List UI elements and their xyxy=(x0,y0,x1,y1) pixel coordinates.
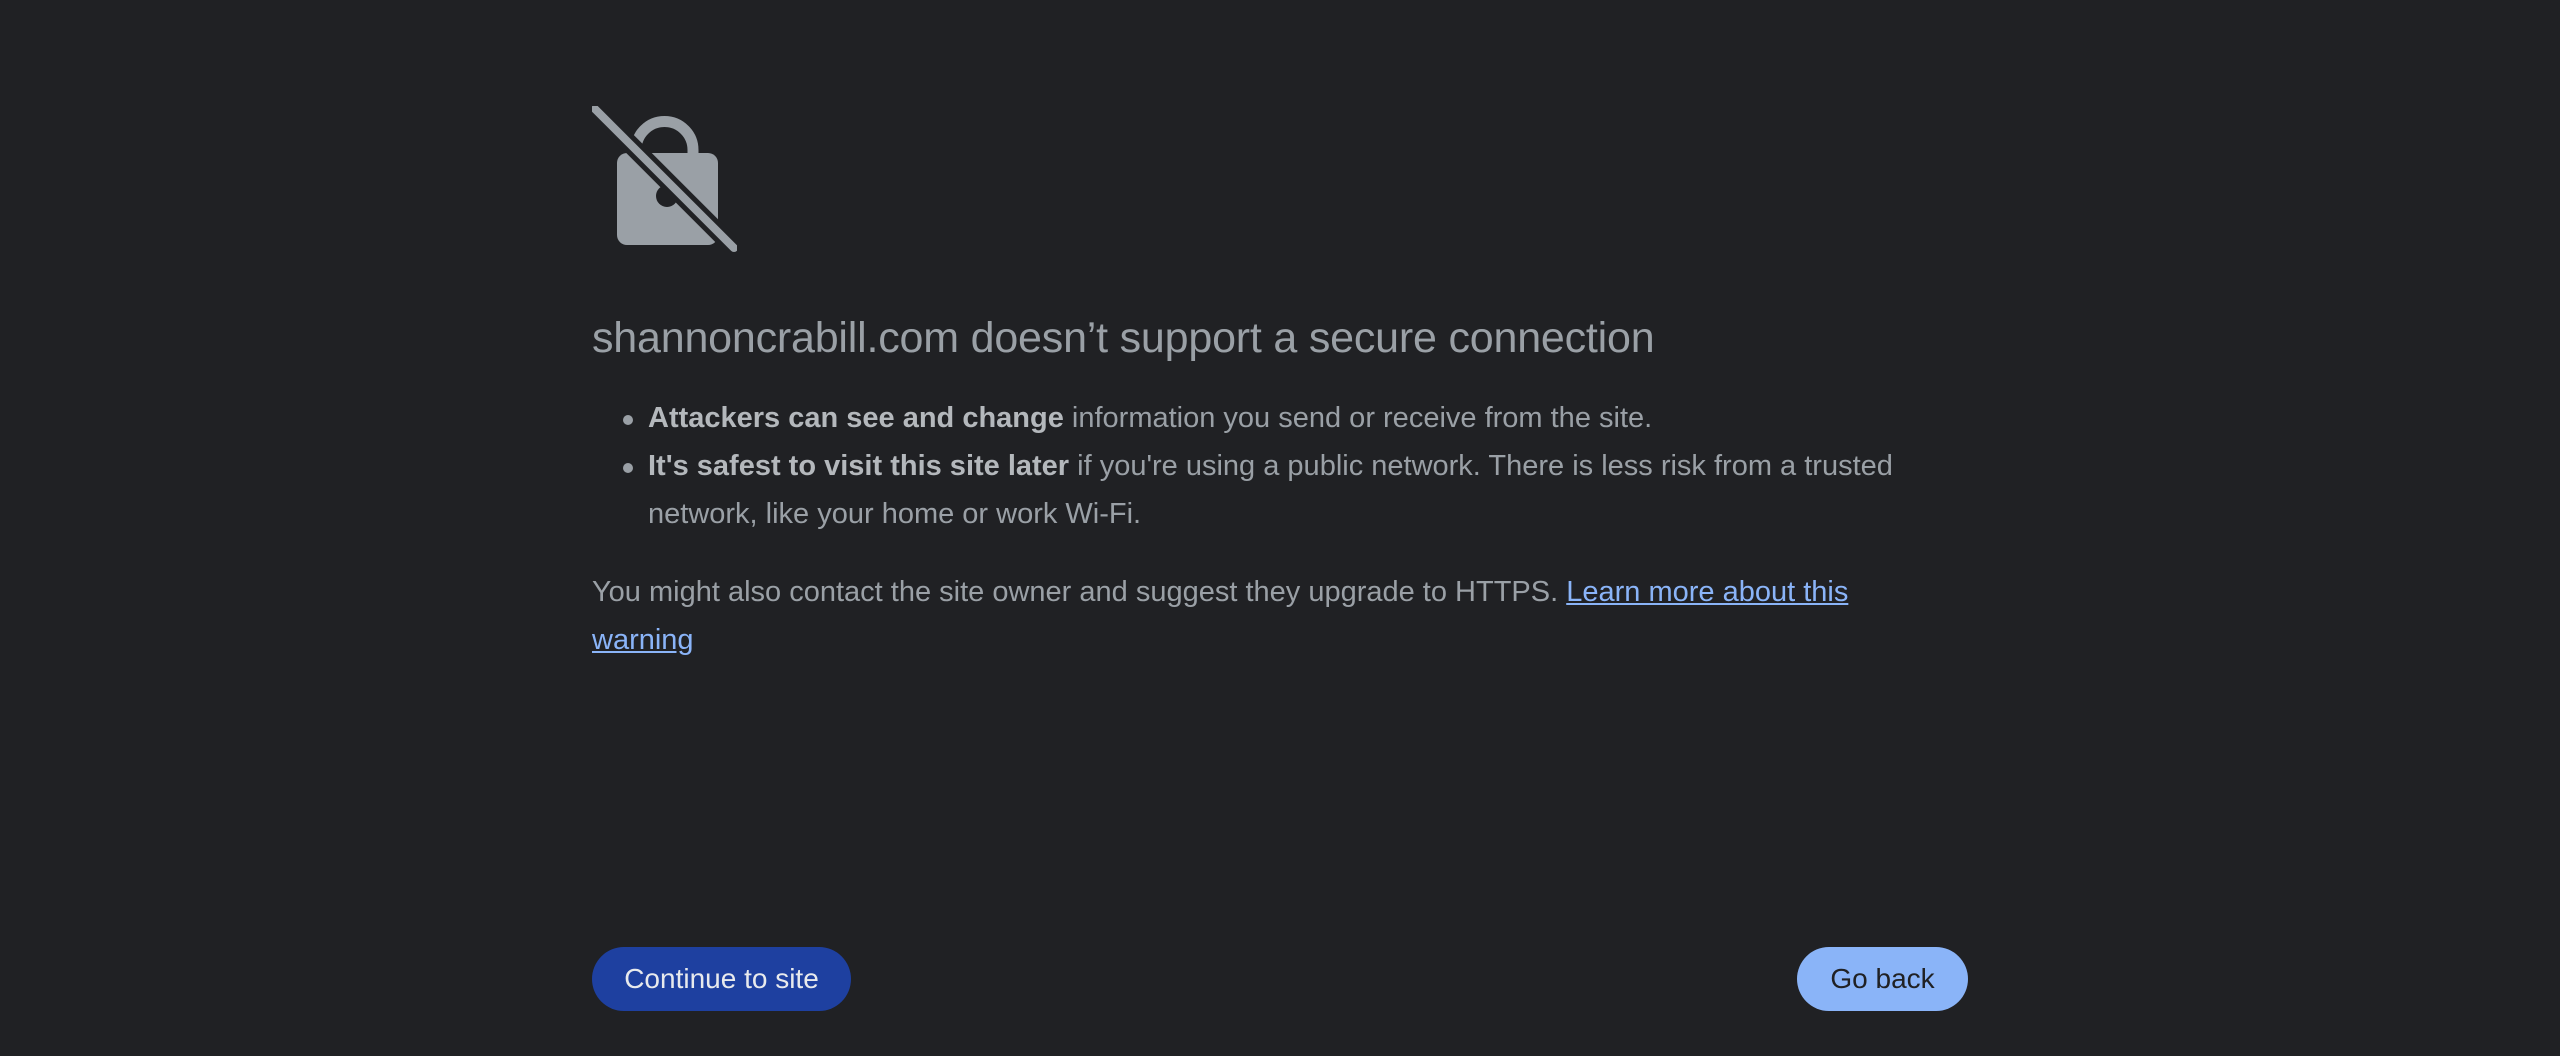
page-title: shannoncrabill.com doesn’t support a sec… xyxy=(592,314,1655,362)
list-item: It's safest to visit this site later if … xyxy=(623,442,1972,538)
list-item-bold: It's safest to visit this site later xyxy=(648,450,1070,482)
info-paragraph: You might also contact the site owner an… xyxy=(592,568,1942,664)
interstitial-page: shannoncrabill.com doesn’t support a sec… xyxy=(0,0,2560,1056)
continue-to-site-button[interactable]: Continue to site xyxy=(592,947,851,1011)
list-item-bold: Attackers can see and change xyxy=(648,402,1064,434)
lock-slash-icon xyxy=(592,106,737,252)
warning-list: Attackers can see and change information… xyxy=(592,394,1972,538)
main-content: shannoncrabill.com doesn’t support a sec… xyxy=(592,106,1972,664)
go-back-button[interactable]: Go back xyxy=(1797,947,1968,1011)
list-item-text: information you send or receive from the… xyxy=(1063,402,1653,434)
info-text: You might also contact the site owner an… xyxy=(592,576,1567,608)
list-item: Attackers can see and change information… xyxy=(623,394,1972,442)
